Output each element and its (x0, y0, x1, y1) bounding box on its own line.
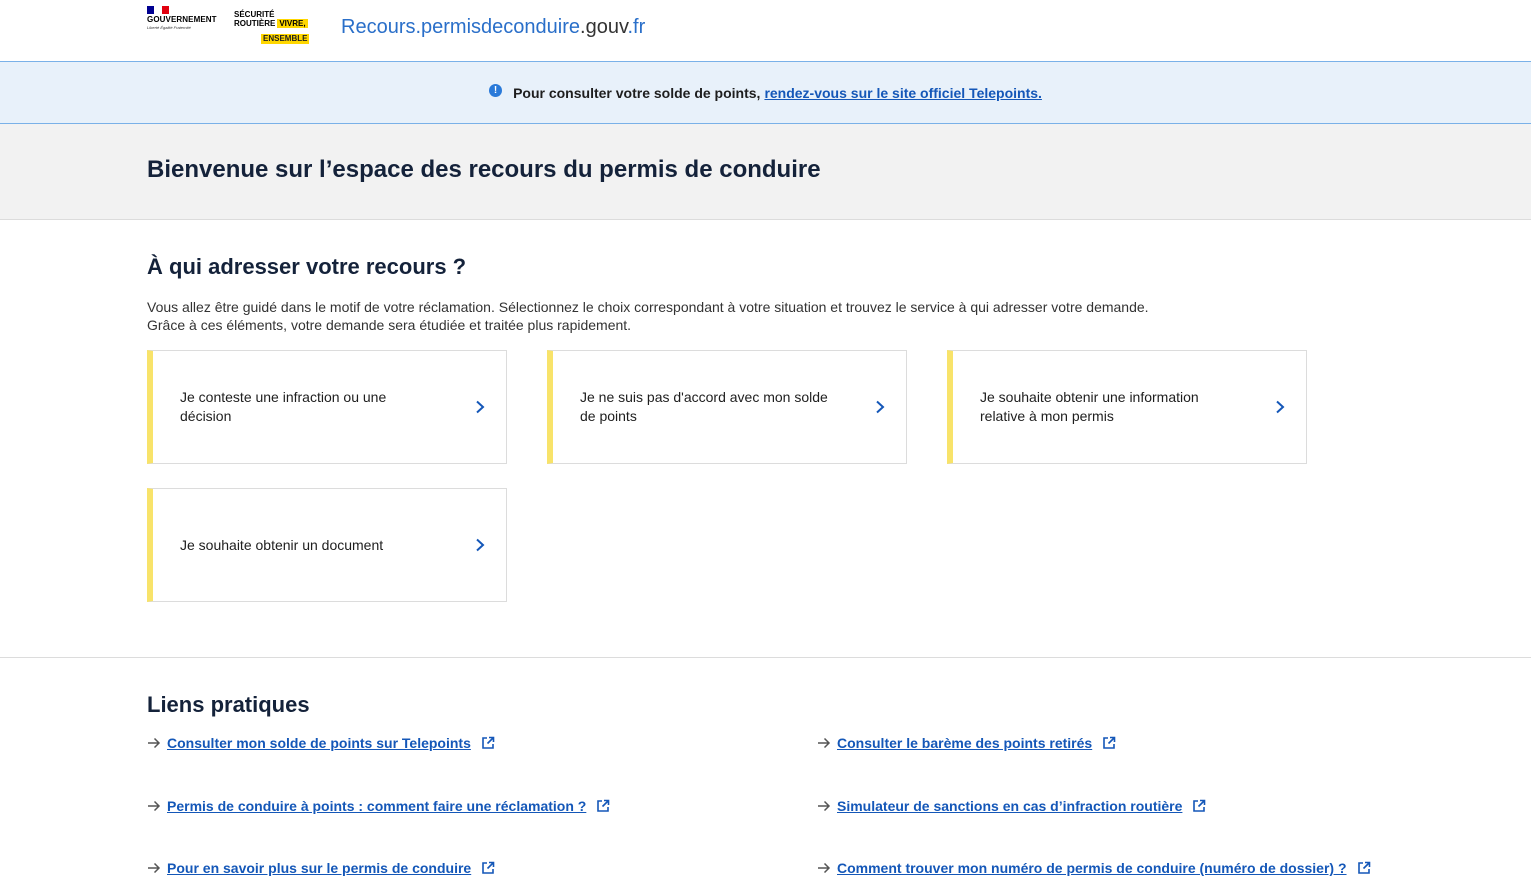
arrow-right-icon (818, 862, 831, 874)
banner-text: Pour consulter votre solde de points, (513, 84, 761, 101)
arrow-right-icon (818, 737, 831, 749)
site-title[interactable]: Recours.permisdeconduire.gouv.fr (341, 14, 645, 40)
card-obtenir-document[interactable]: Je souhaite obtenir un document (147, 488, 507, 602)
section-heading: À qui adresser votre recours ? (147, 254, 467, 279)
external-link-icon (1193, 799, 1206, 812)
card-label: Je ne suis pas d'accord avec mon solde d… (580, 389, 828, 424)
external-link-icon (597, 799, 610, 812)
card-label: Je souhaite obtenir une information rela… (980, 389, 1199, 424)
chevron-right-icon (476, 538, 485, 552)
card-solde-points[interactable]: Je ne suis pas d'accord avec mon solde d… (547, 350, 907, 464)
info-banner: ! Pour consulter votre solde de points, … (0, 62, 1531, 124)
link-item: Pour en savoir plus sur le permis de con… (147, 860, 495, 876)
sr-line2: ROUTIÈRE (234, 19, 276, 28)
hero-section: Bienvenue sur l’espace des recours du pe… (0, 124, 1531, 220)
external-link-icon (1103, 736, 1116, 749)
intro-line-1: Vous allez être guidé dans le motif de v… (147, 299, 1149, 315)
card-label: Je conteste une infraction ou une décisi… (180, 389, 387, 424)
arrow-right-icon (818, 800, 831, 812)
link-en-savoir-plus[interactable]: Pour en savoir plus sur le permis de con… (167, 860, 471, 876)
intro-text: Vous allez être guidé dans le motif de v… (147, 298, 1297, 334)
sr-line1: SÉCURITÉ (234, 10, 275, 19)
telepoints-link[interactable]: rendez-vous sur le site officiel Telepoi… (764, 85, 1041, 101)
site-title-suffix: .gouv (580, 16, 628, 38)
sr-ensemble: ENSEMBLE (261, 34, 310, 44)
recours-section: À qui adresser votre recours ? Vous alle… (0, 220, 1531, 658)
page-title: Bienvenue sur l’espace des recours du pe… (147, 156, 821, 183)
link-item: Consulter mon solde de points sur Telepo… (147, 735, 495, 751)
chevron-right-icon (476, 400, 485, 414)
sr-vivre: VIVRE, (277, 19, 308, 28)
arrow-right-icon (148, 737, 161, 749)
site-header: GOUVERNEMENT Liberté Égalité Fraternité … (0, 0, 1531, 62)
links-heading: Liens pratiques (147, 692, 310, 717)
card-contester-infraction[interactable]: Je conteste une infraction ou une décisi… (147, 350, 507, 464)
link-telepoints[interactable]: Consulter mon solde de points sur Telepo… (167, 735, 471, 751)
arrow-right-icon (148, 862, 161, 874)
link-item: Consulter le barème des points retirés (817, 735, 1116, 751)
arrow-right-icon (148, 800, 161, 812)
french-flag-icon (147, 6, 169, 14)
external-link-icon (1357, 861, 1370, 874)
link-item: Comment trouver mon numéro de permis de … (817, 860, 1371, 876)
card-information-permis[interactable]: Je souhaite obtenir une information rela… (947, 350, 1307, 464)
link-numero-permis[interactable]: Comment trouver mon numéro de permis de … (837, 860, 1347, 876)
intro-line-2: Grâce à ces éléments, votre demande sera… (147, 317, 632, 333)
external-link-icon (482, 736, 495, 749)
card-label: Je souhaite obtenir un document (180, 536, 384, 553)
external-link-icon (482, 861, 495, 874)
link-item: Simulateur de sanctions en cas d’infract… (817, 798, 1206, 814)
site-title-main: Recours.permisdeconduire (341, 16, 581, 38)
site-title-tld: .fr (627, 16, 646, 38)
gouvernement-label: GOUVERNEMENT (147, 15, 217, 24)
link-simulateur[interactable]: Simulateur de sanctions en cas d’infract… (837, 798, 1182, 814)
gouvernement-motto: Liberté Égalité Fraternité (147, 25, 191, 30)
chevron-right-icon (1276, 400, 1285, 414)
securite-routiere-logo[interactable]: SÉCURITÉ ROUTIÈRE VIVRE, ENSEMBLE (234, 10, 320, 44)
link-item: Permis de conduire à points : comment fa… (147, 798, 610, 814)
link-bareme-points[interactable]: Consulter le barème des points retirés (837, 735, 1092, 751)
link-reclamation[interactable]: Permis de conduire à points : comment fa… (167, 798, 586, 814)
chevron-right-icon (876, 400, 885, 414)
info-icon: ! (489, 84, 503, 97)
gouvernement-logo[interactable]: GOUVERNEMENT Liberté Égalité Fraternité (147, 6, 225, 46)
